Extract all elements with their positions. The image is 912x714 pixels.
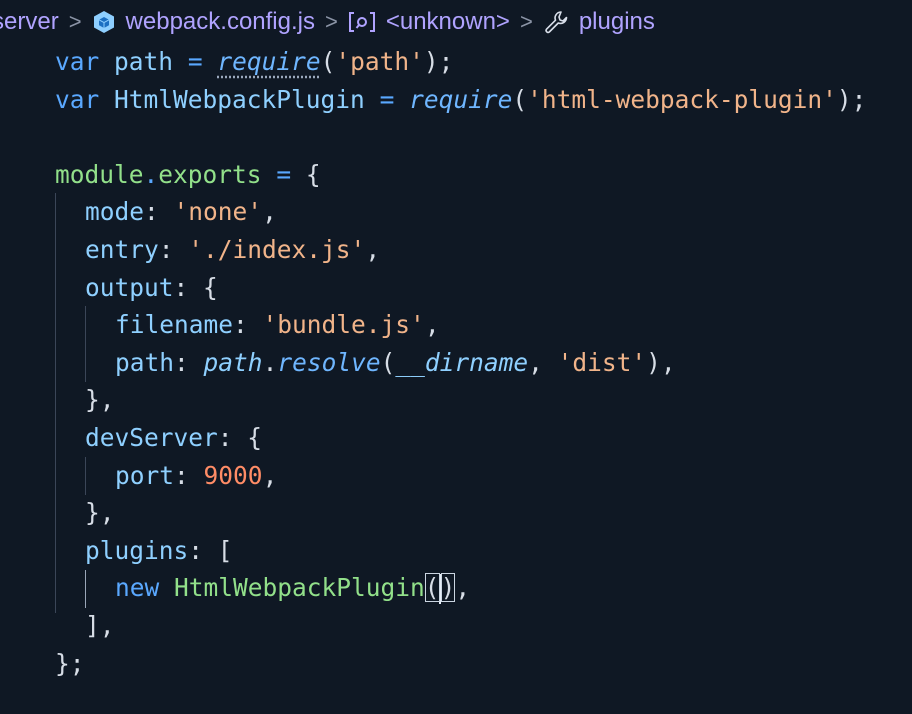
- token-punctuation: {: [203, 272, 218, 302]
- token-punctuation: ,: [455, 573, 471, 603]
- token-punctuation: ,: [262, 460, 278, 490]
- token-punctuation: {: [305, 159, 321, 189]
- token-punctuation: [: [217, 535, 233, 565]
- code-line-15: new HtmlWebpackPlugin(),: [55, 569, 866, 607]
- code-line-11: devServer: {: [55, 419, 866, 457]
- code-line-9: path: path.resolve(__dirname, 'dist'),: [55, 344, 866, 382]
- token-punctuation: (: [320, 47, 336, 76]
- token-paren-match: ): [440, 573, 456, 603]
- code-line-16: ],: [55, 607, 866, 645]
- token-punctuation: ,: [262, 197, 277, 227]
- code-area[interactable]: var path = require('path'); var HtmlWebp…: [55, 43, 866, 682]
- token-dirname: __dirname: [395, 347, 529, 377]
- breadcrumb-item-folder[interactable]: server: [0, 8, 59, 36]
- token-punctuation: :: [158, 234, 174, 264]
- breadcrumb-plugins-label: plugins: [578, 8, 655, 35]
- breadcrumb-separator: >: [324, 9, 338, 34]
- token-punctuation: },: [85, 498, 115, 528]
- code-line-13: },: [55, 494, 866, 532]
- token-punctuation: },: [85, 385, 115, 415]
- token-punctuation: ,: [424, 310, 440, 340]
- token-operator: =: [187, 47, 203, 76]
- token-paren-match: (: [424, 573, 440, 603]
- token-punctuation: ),: [646, 347, 676, 377]
- token-keyword: new: [115, 573, 160, 603]
- token-string: './index.js': [188, 234, 366, 264]
- token-punctuation: {: [247, 422, 263, 452]
- webpack-cube-icon: [92, 10, 116, 34]
- code-line-2: var HtmlWebpackPlugin = require('html-we…: [55, 81, 866, 119]
- token-identifier: HtmlWebpackPlugin: [114, 84, 365, 114]
- code-line-6: entry: './index.js',: [55, 231, 866, 269]
- token-punctuation: :: [174, 347, 189, 377]
- token-require: require: [217, 47, 321, 76]
- token-require: require: [409, 84, 513, 114]
- code-editor[interactable]: server > webpack.config.js >: [0, 0, 912, 714]
- token-punctuation: :: [173, 272, 189, 302]
- token-key: port: [115, 460, 175, 490]
- code-line-7: output: {: [55, 269, 866, 307]
- bracket-symbol-icon: [348, 11, 376, 33]
- code-line-14: plugins: [: [55, 532, 866, 570]
- code-line-10: },: [55, 381, 866, 419]
- token-key: output: [85, 272, 174, 302]
- token-punctuation: :: [217, 422, 233, 452]
- breadcrumb-folder-label: server: [0, 8, 59, 35]
- code-line-8: filename: 'bundle.js',: [55, 306, 866, 344]
- breadcrumb-item-plugins[interactable]: plugins: [543, 8, 655, 36]
- token-punctuation: :: [144, 197, 159, 227]
- token-operator: .: [143, 159, 159, 189]
- token-punctuation: .: [262, 347, 278, 377]
- token-object: path: [203, 347, 263, 377]
- code-line-17: };: [55, 645, 866, 683]
- breadcrumb-separator: >: [68, 9, 82, 34]
- token-string: 'none': [173, 197, 263, 227]
- wrench-icon: [543, 9, 569, 35]
- token-module: module: [55, 159, 144, 189]
- token-operator: =: [276, 159, 292, 189]
- breadcrumb-item-symbol[interactable]: <unknown>: [348, 8, 510, 36]
- token-string: 'html-webpack-plugin': [527, 84, 837, 114]
- token-number: 9000: [203, 460, 263, 490]
- token-property: exports: [158, 159, 262, 189]
- token-punctuation: ,: [365, 234, 381, 264]
- token-punctuation: (: [512, 84, 528, 114]
- breadcrumb-file-label: webpack.config.js: [125, 8, 315, 35]
- token-punctuation: :: [233, 310, 248, 340]
- token-key: devServer: [85, 422, 218, 452]
- token-string: 'path': [335, 47, 424, 76]
- breadcrumb: server > webpack.config.js >: [0, 0, 655, 44]
- token-operator: =: [379, 84, 395, 114]
- breadcrumb-separator: >: [519, 9, 533, 34]
- token-keyword: var: [55, 84, 100, 114]
- code-line-5: mode: 'none',: [55, 193, 866, 231]
- token-punctuation: };: [55, 648, 85, 678]
- token-punctuation: :: [174, 460, 189, 490]
- token-punctuation: (: [380, 347, 396, 377]
- token-key: entry: [85, 234, 159, 264]
- token-key: plugins: [85, 535, 189, 565]
- breadcrumb-item-file[interactable]: webpack.config.js: [92, 8, 315, 36]
- token-punctuation: );: [836, 84, 867, 114]
- token-function: resolve: [277, 347, 381, 377]
- token-string: 'bundle.js': [262, 310, 425, 340]
- token-key: path: [115, 347, 175, 377]
- token-key: filename: [115, 310, 234, 340]
- token-identifier: path: [114, 47, 174, 76]
- token-punctuation: ,: [528, 347, 543, 377]
- token-punctuation: ],: [85, 610, 115, 640]
- token-keyword: var: [55, 47, 100, 76]
- code-line-12: port: 9000,: [55, 457, 866, 495]
- token-punctuation: :: [188, 535, 204, 565]
- token-class: HtmlWebpackPlugin: [174, 573, 425, 603]
- token-string: 'dist': [557, 347, 647, 377]
- token-key: mode: [85, 197, 145, 227]
- code-line-1: var path = require('path');: [55, 43, 866, 81]
- token-punctuation: );: [423, 47, 454, 76]
- breadcrumb-symbol-label: <unknown>: [385, 8, 510, 35]
- code-line-4: module.exports = {: [55, 156, 866, 194]
